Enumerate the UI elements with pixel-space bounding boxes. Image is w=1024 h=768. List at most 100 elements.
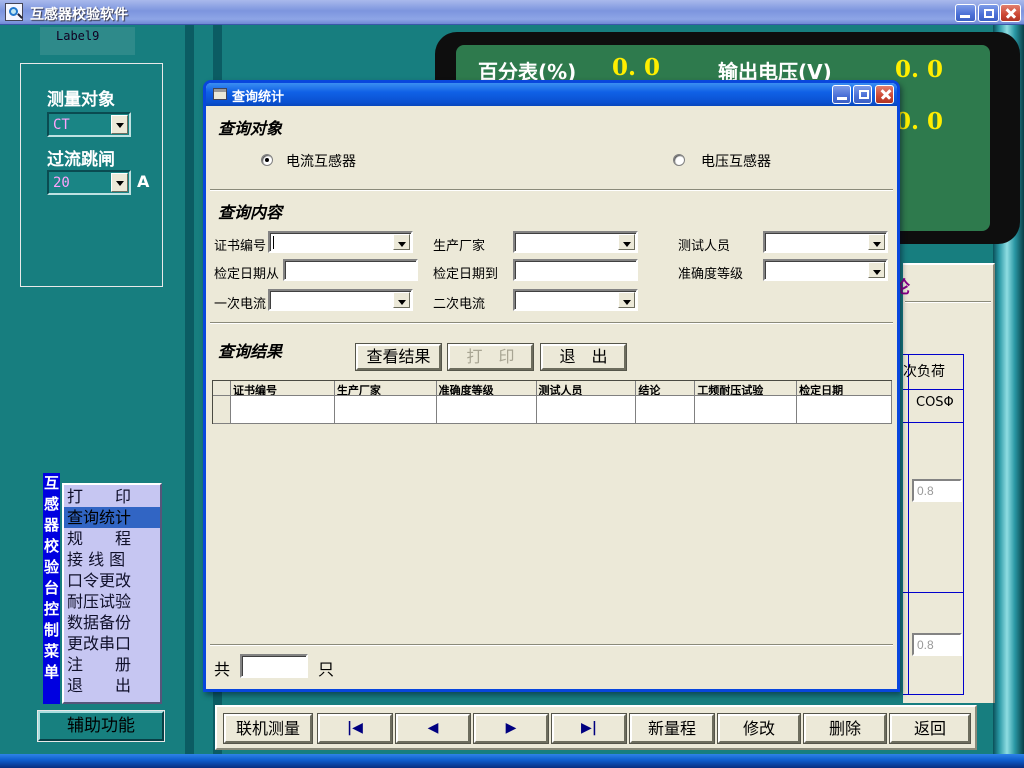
prev-record-button[interactable]: ◀ (396, 714, 470, 743)
modify-button[interactable]: 修改 (718, 714, 800, 743)
menu-item-data-backup[interactable]: 数据备份 (64, 612, 160, 633)
accuracy-label: 准确度等级 (678, 263, 743, 282)
minimize-button[interactable] (955, 4, 976, 22)
secondary-current-combo[interactable] (513, 289, 638, 311)
lcd-voltage-value-bottom: 0. 0 (895, 108, 943, 135)
menu-item-query-stats[interactable]: 查询统计 (64, 507, 160, 528)
cos-value-input-top[interactable] (912, 479, 962, 502)
last-record-button[interactable]: ▶| (552, 714, 626, 743)
dialog-close-button[interactable] (875, 85, 894, 104)
grid-line (903, 354, 964, 355)
next-record-button[interactable]: ▶ (474, 714, 548, 743)
divider (210, 322, 893, 324)
grid-line (908, 354, 909, 694)
query-content-heading: 查询内容 (218, 199, 282, 223)
col-conclusion[interactable]: 结论 (636, 381, 695, 396)
results-table: 证书编号 生产厂家 准确度等级 测试人员 结论 工频耐压试验 检定日期 (212, 380, 892, 424)
menu-item-regulations[interactable]: 规 程 (64, 528, 160, 549)
menu-item-wiring-diagram[interactable]: 接 线 图 (64, 549, 160, 570)
dialog-minimize-button[interactable] (832, 85, 851, 104)
accuracy-combo[interactable] (763, 259, 888, 281)
col-accuracy[interactable]: 准确度等级 (437, 381, 537, 396)
secondary-load-label: 次负荷 (903, 361, 945, 381)
trip-value: 20 (53, 175, 70, 191)
menu-item-print[interactable]: 打 印 (64, 486, 160, 507)
chevron-down-icon[interactable] (868, 234, 885, 250)
manufacturer-label: 生产厂家 (433, 235, 485, 254)
measure-object-value: CT (53, 117, 70, 133)
date-to-input[interactable] (513, 259, 638, 281)
dialog-titlebar[interactable]: 查询统计 (206, 83, 897, 106)
selector-header (213, 381, 231, 396)
radio-voltage-transformer[interactable] (673, 154, 685, 166)
manufacturer-combo[interactable] (513, 231, 638, 253)
menu-item-exit[interactable]: 退 出 (64, 675, 160, 696)
chevron-down-icon[interactable] (618, 234, 635, 250)
bottom-toolbar: 联机测量 |◀ ◀ ▶ ▶| 新量程 修改 删除 返回 (215, 705, 977, 750)
menu-vertical-title: 互感器校验台控制菜单 (43, 473, 60, 704)
primary-current-combo[interactable] (268, 289, 413, 311)
radio-current-label[interactable]: 电流互感器 (286, 151, 356, 171)
grid-line (903, 389, 964, 390)
query-object-heading: 查询对象 (218, 115, 282, 139)
divider (905, 301, 991, 303)
radio-voltage-label[interactable]: 电压互感器 (701, 151, 771, 171)
date-from-input[interactable] (283, 259, 418, 281)
col-cert-no[interactable]: 证书编号 (231, 381, 335, 396)
main-window-title: 互感器校验软件 (30, 4, 128, 24)
secondary-current-label: 二次电流 (433, 293, 485, 312)
grid-line (903, 422, 964, 423)
measure-object-label: 测量对象 (47, 85, 115, 110)
menu-item-change-password[interactable]: 口令更改 (64, 570, 160, 591)
cert-no-combo[interactable] (268, 231, 413, 253)
new-range-button[interactable]: 新量程 (630, 714, 714, 743)
date-to-label: 检定日期到 (433, 263, 498, 282)
menu-item-change-serial[interactable]: 更改串口 (64, 633, 160, 654)
cos-phi-label: COSΦ (916, 395, 954, 410)
table-row[interactable] (213, 396, 892, 424)
tester-combo[interactable] (763, 231, 888, 253)
measure-object-combo[interactable]: CT (47, 112, 131, 137)
query-stats-dialog: 查询统计 查询对象 电流互感器 电压互感器 查询内容 证书编号 生产厂家 (203, 80, 900, 692)
label9-text: Label9 (56, 29, 99, 43)
trip-label: 过流跳闸 (47, 145, 115, 170)
chevron-down-icon[interactable] (868, 262, 885, 278)
chevron-down-icon[interactable] (111, 115, 128, 134)
exit-button[interactable]: 退 出 (541, 344, 626, 370)
col-withstand-test[interactable]: 工频耐压试验 (695, 381, 797, 396)
dialog-maximize-button[interactable] (853, 85, 872, 104)
date-from-label: 检定日期从 (214, 263, 279, 282)
print-button[interactable]: 打 印 (448, 344, 533, 370)
aux-functions-button[interactable]: 辅助功能 (38, 711, 164, 741)
dialog-title: 查询统计 (232, 86, 284, 105)
app-root: Label9 百分表(%) 0. 0 输出电压(V) 0. 0 0. 0 互感器… (0, 0, 1024, 768)
bottom-blue-strip (0, 754, 1024, 768)
divider (210, 189, 893, 191)
online-measure-button[interactable]: 联机测量 (224, 714, 312, 743)
col-manufacturer[interactable]: 生产厂家 (335, 381, 437, 396)
back-button[interactable]: 返回 (890, 714, 970, 743)
restore-button[interactable] (978, 4, 999, 22)
chevron-down-icon[interactable] (393, 234, 410, 250)
first-record-button[interactable]: |◀ (318, 714, 392, 743)
total-count-input[interactable] (240, 654, 308, 678)
delete-button[interactable]: 删除 (804, 714, 886, 743)
chevron-down-icon[interactable] (393, 292, 410, 308)
right-panel: 论 次负荷 COSΦ (903, 263, 995, 703)
menu-item-withstand-test[interactable]: 耐压试验 (64, 591, 160, 612)
app-icon (5, 3, 23, 21)
close-button[interactable] (1000, 4, 1021, 22)
radio-current-transformer[interactable] (261, 154, 273, 166)
trip-combo[interactable]: 20 (47, 170, 131, 195)
col-tester[interactable]: 测试人员 (537, 381, 637, 396)
cos-value-input-bottom[interactable] (912, 633, 962, 656)
menu-item-register[interactable]: 注 册 (64, 654, 160, 675)
chevron-down-icon[interactable] (618, 292, 635, 308)
col-test-date[interactable]: 检定日期 (797, 381, 892, 396)
view-results-button[interactable]: 查看结果 (356, 344, 441, 370)
total-label: 共 (214, 656, 230, 680)
form-icon (213, 88, 227, 100)
lcd-voltage-value-top: 0. 0 (895, 56, 943, 83)
cert-no-label: 证书编号 (214, 235, 266, 254)
chevron-down-icon[interactable] (111, 173, 128, 192)
